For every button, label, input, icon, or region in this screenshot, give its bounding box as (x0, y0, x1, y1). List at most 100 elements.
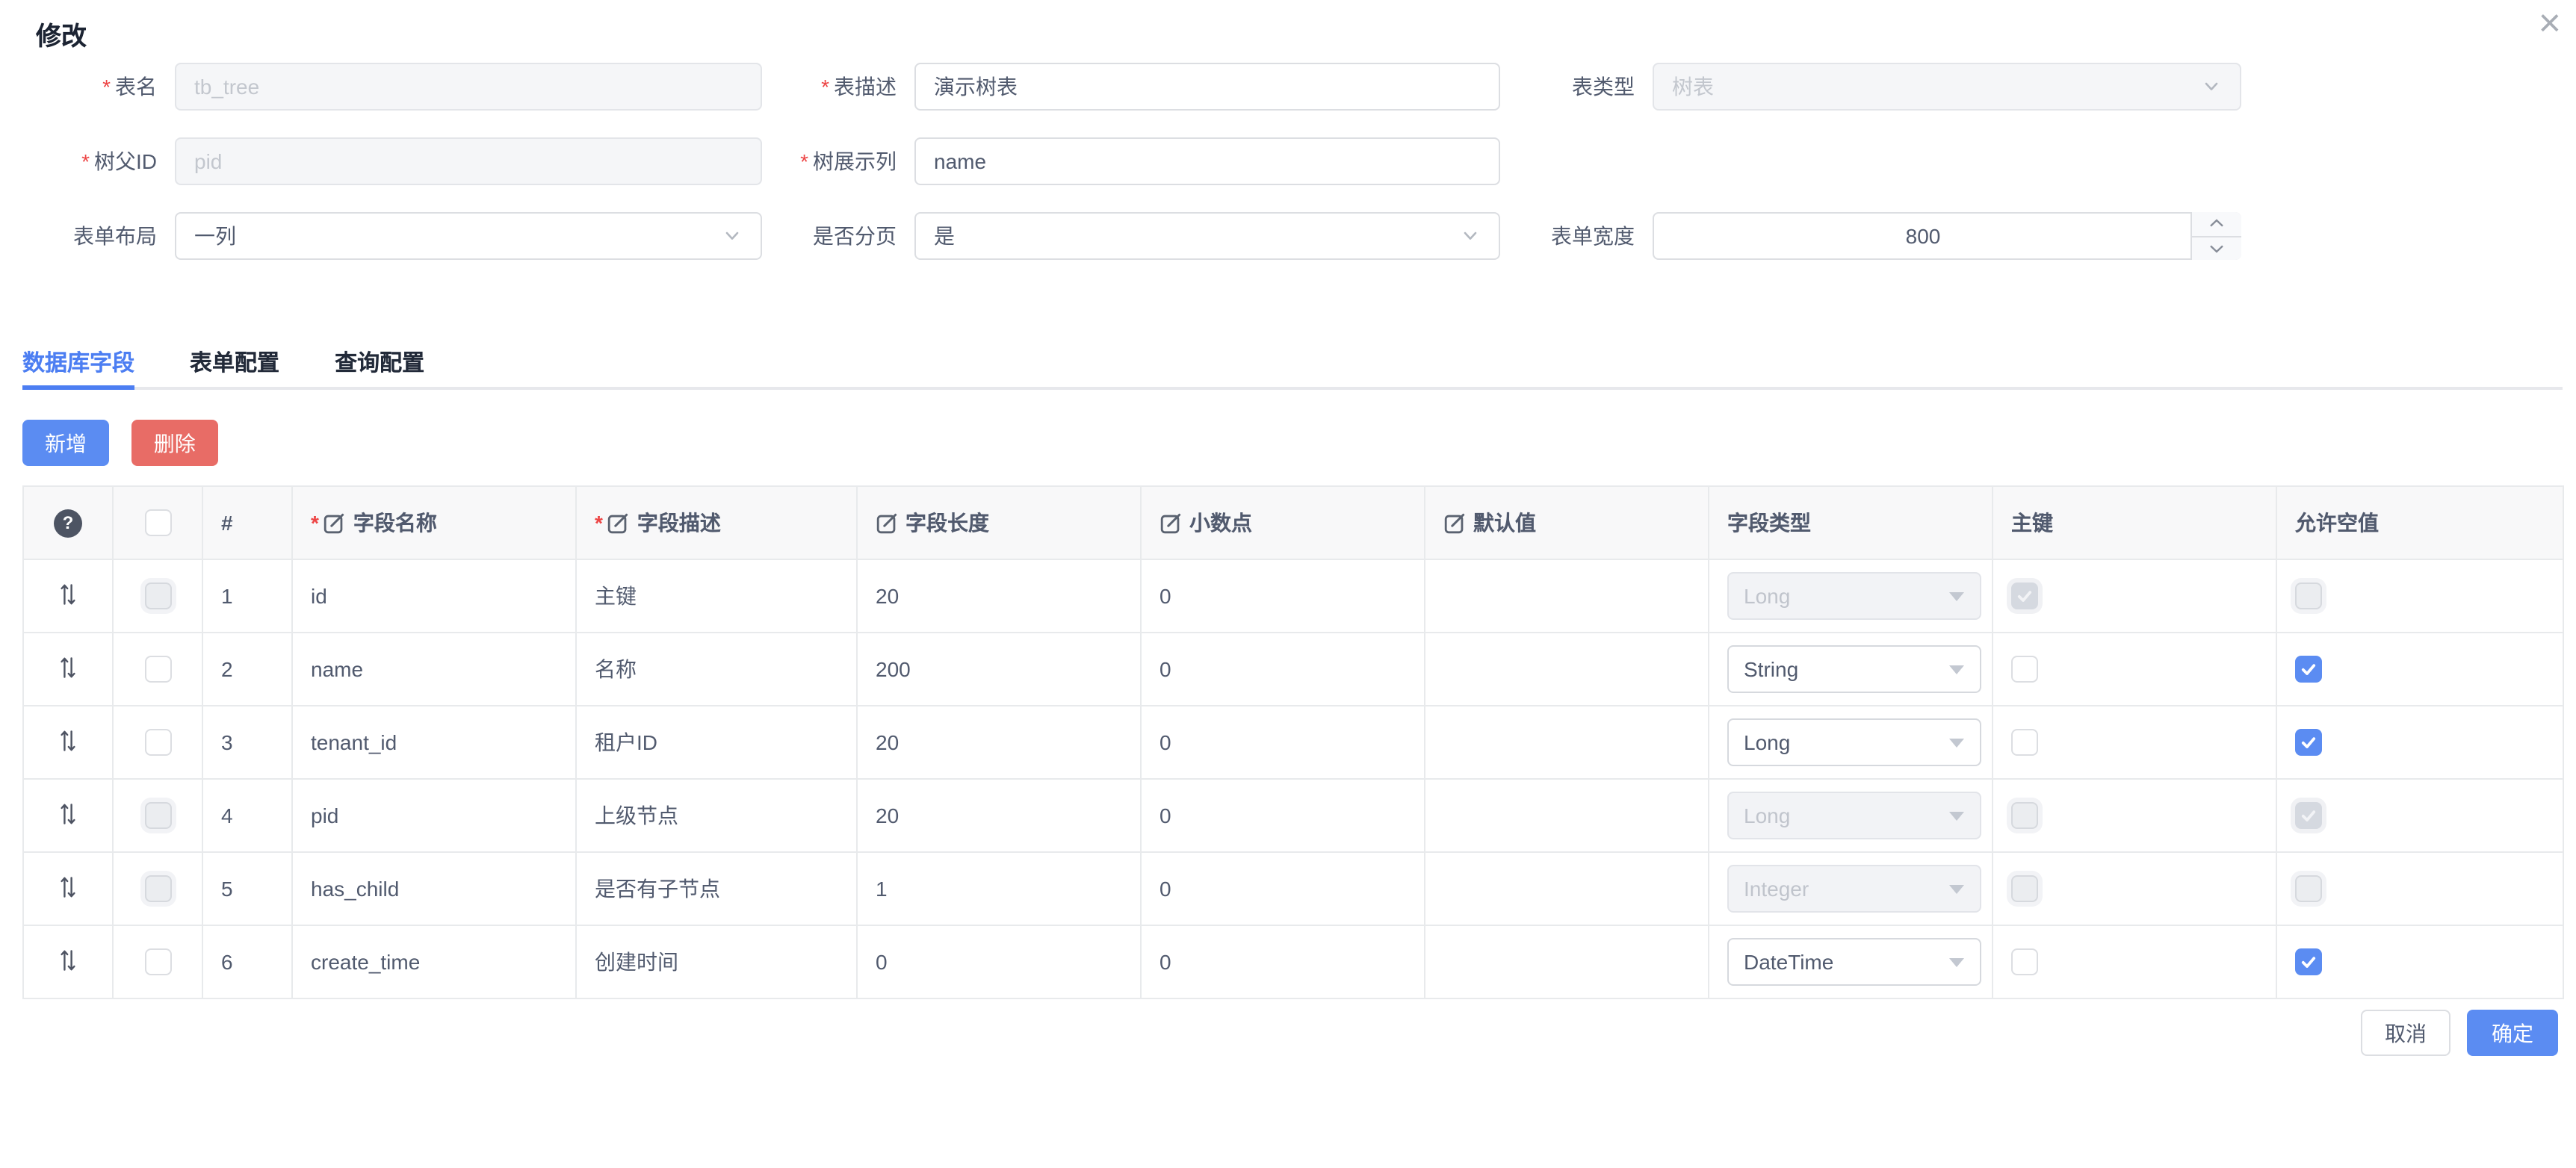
edit-icon (1159, 512, 1182, 538)
select-all-header-cell (113, 486, 202, 559)
required-mark: * (821, 75, 829, 99)
column-header-label: 字段描述 (637, 510, 721, 534)
add-button[interactable]: 新增 (22, 420, 109, 466)
default-value-cell (1425, 559, 1709, 633)
field-length-cell: 20 (857, 779, 1141, 852)
paginated-label: 是否分页 (687, 212, 897, 260)
primary-key-checkbox (2011, 875, 2038, 902)
edit-icon (876, 512, 898, 538)
tab-form-config[interactable]: 表单配置 (190, 341, 279, 387)
ok-button[interactable]: 确定 (2467, 1010, 2558, 1056)
column-header-label: 字段名称 (353, 510, 437, 534)
column-header: 字段类型 (1709, 486, 1993, 559)
field-name-cell: id (292, 559, 576, 633)
table-desc-input[interactable]: 演示树表 (914, 63, 1500, 111)
table-type-select: 树表 (1653, 63, 2241, 111)
field-length-cell: 0 (857, 925, 1141, 998)
drag-handle-icon[interactable] (58, 582, 78, 606)
row-select-cell (113, 559, 202, 633)
help-header-cell: ? (23, 486, 113, 559)
table-type-label: 表类型 (1419, 63, 1635, 111)
triangle-down-icon (1948, 664, 1965, 674)
row-select-checkbox[interactable] (144, 729, 171, 756)
table-row: 3tenant_id租户ID200Long (23, 706, 2563, 779)
drag-handle-icon[interactable] (58, 948, 78, 972)
primary-key-checkbox[interactable] (2011, 729, 2038, 756)
decimal-cell: 0 (1141, 706, 1425, 779)
tab-bar: 数据库字段 表单配置 查询配置 (22, 341, 2563, 390)
check-icon (2300, 807, 2318, 824)
select-all-checkbox[interactable] (144, 509, 171, 536)
allow-null-cell (2276, 925, 2563, 998)
field-type-select[interactable]: DateTime (1727, 938, 1981, 986)
row-select-checkbox[interactable] (144, 948, 171, 975)
drag-handle-icon[interactable] (58, 875, 78, 898)
triangle-down-icon (1948, 737, 1965, 748)
primary-key-cell (1993, 706, 2276, 779)
drag-handle-icon[interactable] (58, 801, 78, 825)
tree-parent-id-input: pid (175, 137, 762, 185)
field-type-value: Long (1744, 730, 1790, 754)
row-index-cell: 2 (202, 633, 292, 706)
row-index-cell: 3 (202, 706, 292, 779)
table-toolbar: 新增 删除 (22, 420, 218, 466)
drag-handle-icon[interactable] (58, 728, 78, 752)
modify-dialog: 修改 × *表名tb_tree*表描述演示树表表类型树表*树父IDpid*树展示… (0, 0, 2576, 1168)
paginated-select[interactable]: 是 (914, 212, 1500, 260)
stepper-down-button[interactable] (2192, 237, 2241, 260)
triangle-down-icon (1948, 591, 1965, 601)
tree-display-col-input[interactable]: name (914, 137, 1500, 185)
table-row: 2name名称2000String (23, 633, 2563, 706)
default-value-cell (1425, 706, 1709, 779)
allow-null-cell (2276, 633, 2563, 706)
field-desc-cell: 创建时间 (576, 925, 857, 998)
drag-cell (23, 852, 113, 925)
table-row: 6create_time创建时间00DateTime (23, 925, 2563, 998)
form-layout-value: 一列 (194, 221, 236, 251)
allow-null-checkbox[interactable] (2295, 656, 2322, 683)
triangle-down-icon (1948, 810, 1965, 821)
field-type-select[interactable]: Long (1727, 718, 1981, 766)
row-select-checkbox[interactable] (144, 656, 171, 683)
row-index-cell: 6 (202, 925, 292, 998)
stepper-up-button[interactable] (2192, 212, 2241, 237)
page-title: 修改 (36, 15, 87, 52)
allow-null-checkbox[interactable] (2295, 729, 2322, 756)
column-header: *字段描述 (576, 486, 857, 559)
drag-cell (23, 559, 113, 633)
allow-null-checkbox[interactable] (2295, 948, 2322, 975)
primary-key-checkbox[interactable] (2011, 948, 2038, 975)
field-name-cell: create_time (292, 925, 576, 998)
table-name-label: *表名 (0, 63, 157, 111)
drag-handle-icon[interactable] (58, 655, 78, 679)
table-type-value: 树表 (1672, 72, 1714, 102)
tree-display-col-value: name (934, 149, 986, 173)
delete-button[interactable]: 删除 (131, 420, 218, 466)
check-icon (2016, 587, 2034, 605)
field-type-cell: Long (1709, 559, 1993, 633)
tab-db-fields[interactable]: 数据库字段 (22, 341, 134, 387)
primary-key-cell (1993, 633, 2276, 706)
field-type-value: Integer (1744, 877, 1809, 901)
row-index-cell: 5 (202, 852, 292, 925)
field-type-select[interactable]: String (1727, 645, 1981, 693)
primary-key-checkbox[interactable] (2011, 656, 2038, 683)
field-type-cell: String (1709, 633, 1993, 706)
default-value-cell (1425, 925, 1709, 998)
field-name-cell: has_child (292, 852, 576, 925)
primary-key-checkbox (2011, 583, 2038, 609)
table-row: 1id主键200Long (23, 559, 2563, 633)
field-type-cell: Integer (1709, 852, 1993, 925)
table-name-input: tb_tree (175, 63, 762, 111)
row-select-checkbox (144, 875, 171, 902)
column-header: 小数点 (1141, 486, 1425, 559)
tab-query-config[interactable]: 查询配置 (335, 341, 424, 387)
form-layout-select[interactable]: 一列 (175, 212, 762, 260)
check-icon (2300, 953, 2318, 971)
column-header: 字段长度 (857, 486, 1141, 559)
column-header: *字段名称 (292, 486, 576, 559)
allow-null-checkbox (2295, 802, 2322, 829)
cancel-button[interactable]: 取消 (2361, 1010, 2450, 1056)
close-icon[interactable]: × (2539, 0, 2561, 45)
form-width-input[interactable]: 800 (1653, 212, 2241, 260)
